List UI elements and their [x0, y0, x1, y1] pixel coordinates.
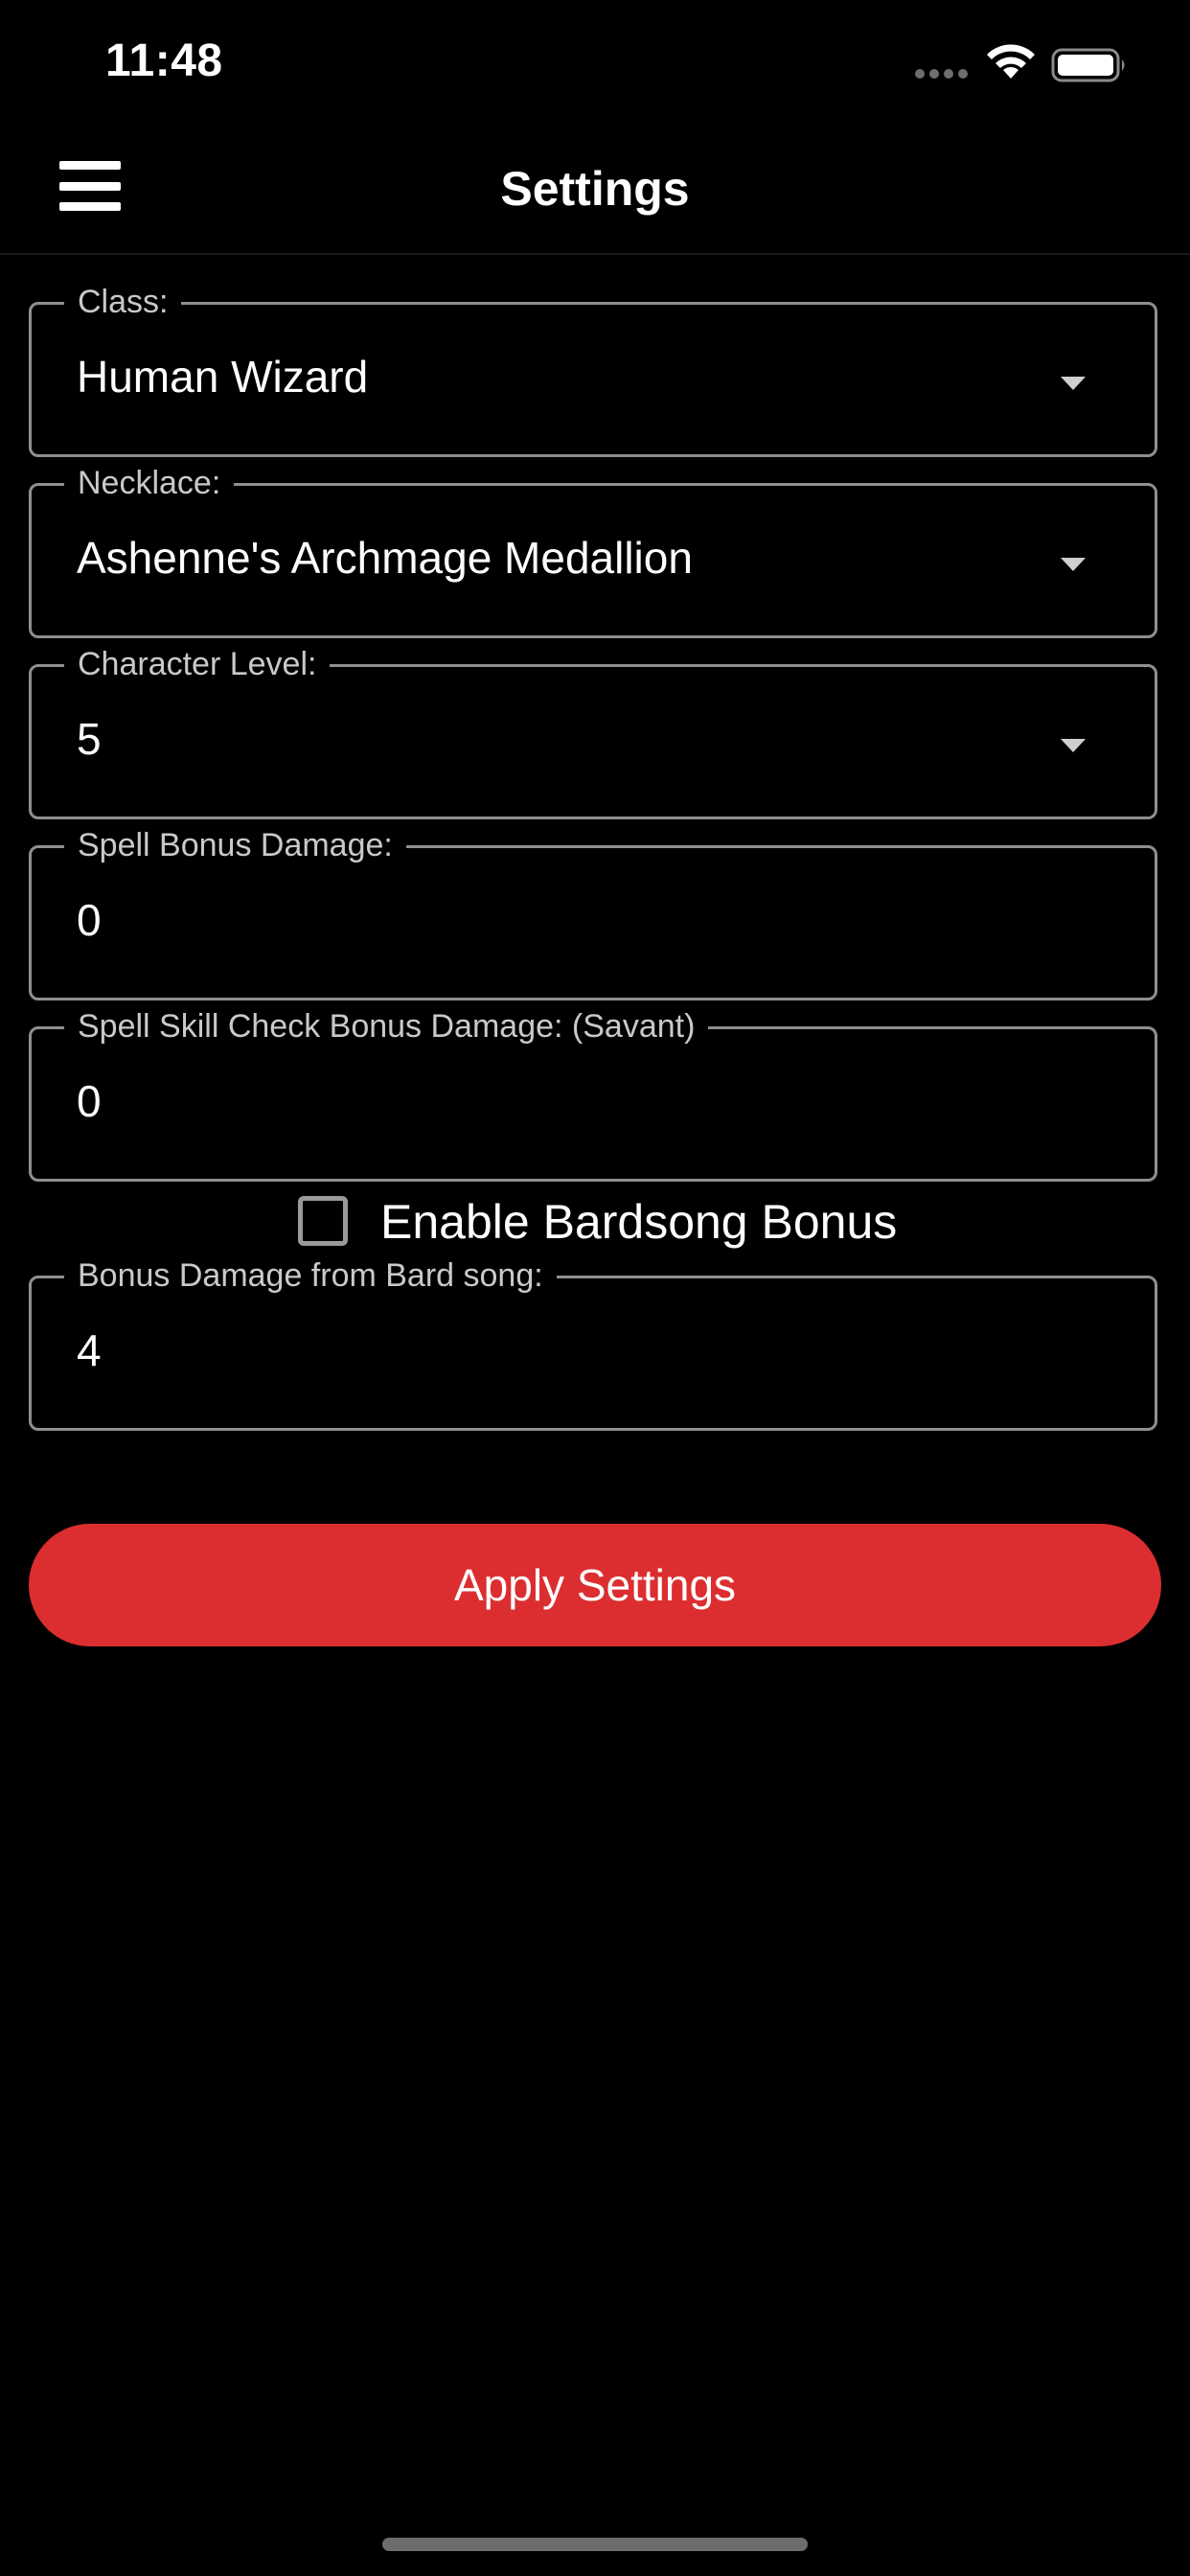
status-bar: 11:48 [0, 0, 1190, 126]
bardsong-checkbox-label[interactable]: Enable Bardsong Bonus [380, 1194, 897, 1250]
apply-settings-button[interactable]: Apply Settings [29, 1524, 1161, 1646]
character-level-dropdown[interactable]: Character Level: 5 [29, 644, 1157, 819]
bard-song-bonus-value[interactable]: 4 [77, 1324, 102, 1376]
battery-icon [1051, 48, 1125, 82]
bard-song-bonus-label: Bonus Damage from Bard song: [64, 1255, 557, 1296]
bardsong-toggle-row: Enable Bardsong Bonus [0, 1194, 1190, 1252]
character-level-value: 5 [77, 714, 102, 764]
necklace-value: Ashenne's Archmage Medallion [77, 533, 693, 583]
spell-skill-check-bonus-label: Spell Skill Check Bonus Damage: (Savant) [64, 1006, 709, 1046]
class-label: Class: [64, 282, 182, 322]
home-indicator[interactable] [382, 2538, 808, 2551]
app-bar: Settings [0, 126, 1190, 255]
spell-bonus-damage-value[interactable]: 0 [77, 894, 102, 946]
spell-skill-check-bonus-field[interactable]: Spell Skill Check Bonus Damage: (Savant)… [29, 1006, 1157, 1182]
class-value: Human Wizard [77, 352, 369, 402]
character-level-label: Character Level: [64, 644, 331, 684]
wifi-icon [987, 44, 1035, 79]
dropdown-caret-icon [1061, 739, 1086, 752]
spell-bonus-damage-label: Spell Bonus Damage: [64, 825, 406, 865]
spell-bonus-damage-field[interactable]: Spell Bonus Damage: 0 [29, 825, 1157, 1000]
bard-song-bonus-field[interactable]: Bonus Damage from Bard song: 4 [29, 1255, 1157, 1431]
class-dropdown[interactable]: Class: Human Wizard [29, 282, 1157, 457]
dropdown-caret-icon [1061, 558, 1086, 571]
bardsong-checkbox[interactable] [298, 1196, 348, 1246]
dropdown-caret-icon [1061, 377, 1086, 390]
spell-skill-check-bonus-value[interactable]: 0 [77, 1075, 102, 1127]
necklace-dropdown[interactable]: Necklace: Ashenne's Archmage Medallion [29, 463, 1157, 638]
cellular-signal-icon [915, 69, 968, 79]
page-title: Settings [500, 162, 690, 216]
status-time: 11:48 [105, 35, 223, 86]
necklace-label: Necklace: [64, 463, 235, 503]
